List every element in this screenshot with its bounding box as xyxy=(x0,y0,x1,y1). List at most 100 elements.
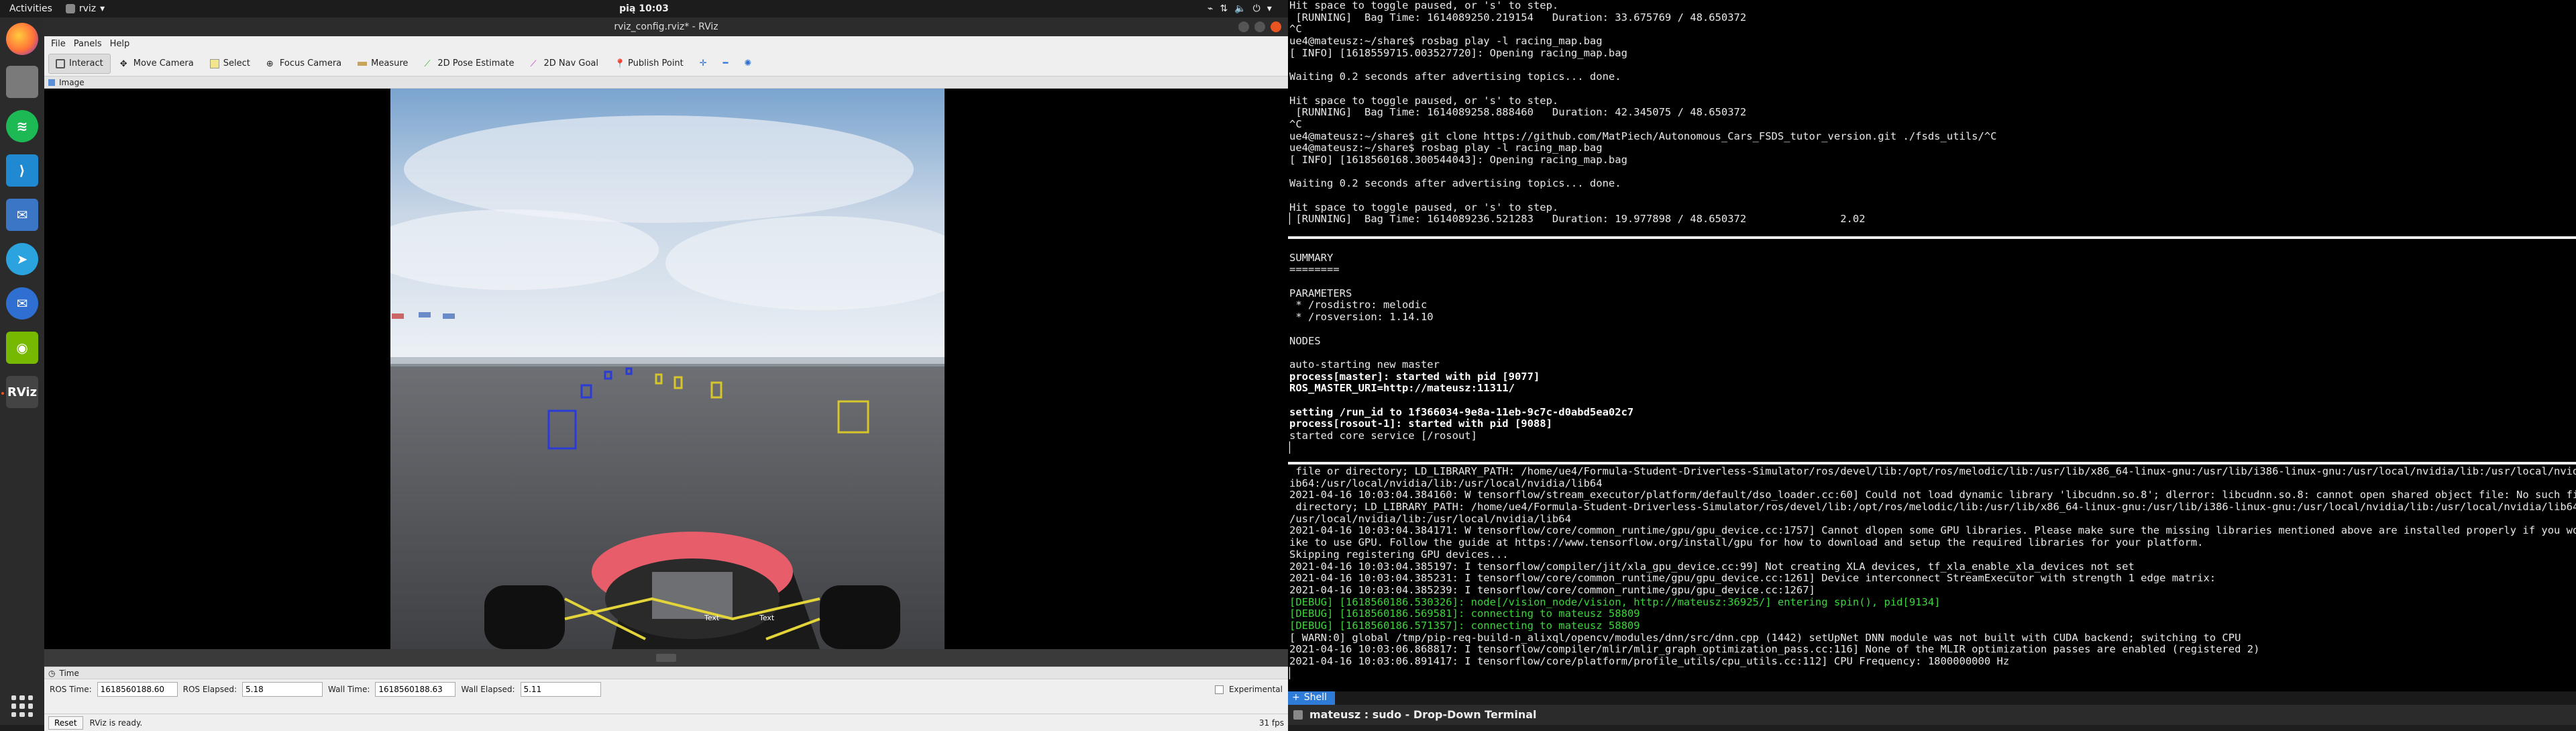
terminal-icon xyxy=(1293,710,1303,720)
drop-down-terminal[interactable]: Hit space to toggle paused, or 's' to st… xyxy=(1288,0,2576,725)
vscode-icon[interactable]: ⟩ xyxy=(6,154,38,187)
maximize-icon[interactable] xyxy=(1254,21,1265,32)
terminal-line: [ INFO] [1618559715.003527720]: Opening … xyxy=(1289,46,1627,59)
status-text: RViz is ready. xyxy=(89,718,143,728)
tab-label: Shell xyxy=(1303,692,1327,703)
tool-2d-pose-estimate[interactable]: ⟋ 2D Pose Estimate xyxy=(417,54,521,74)
terminal-line: Hit space to toggle paused, or 's' to st… xyxy=(1289,201,1559,213)
status-bar: Reset RViz is ready. 31 fps xyxy=(44,714,1288,731)
terminal-line: [RUNNING] Bag Time: 1614089258.888460 Du… xyxy=(1289,106,1747,119)
terminal-line: /usr/local/nvidia/lib:/usr/local/nvidia/… xyxy=(1289,512,1571,525)
tool-interact[interactable]: Interact xyxy=(48,53,111,74)
mail-icon[interactable]: ✉ xyxy=(6,199,38,231)
menu-file[interactable]: File xyxy=(51,39,66,49)
terminal-line: [DEBUG] [1618560186.530326]: node[/visio… xyxy=(1289,595,1941,608)
nav-goal-arrow-icon: ⟋ xyxy=(530,58,537,69)
move-camera-icon: ✥ xyxy=(119,58,127,69)
terminal-line: [DEBUG] [1618560186.571357]: connecting … xyxy=(1289,619,1640,632)
clock-icon: ◷ xyxy=(48,668,56,678)
telegram-icon[interactable]: ➤ xyxy=(6,243,38,275)
network-icon[interactable]: ⇅ xyxy=(1220,3,1228,14)
fps-readout: 31 fps xyxy=(1258,718,1284,728)
tool-measure[interactable]: Measure xyxy=(351,54,415,74)
tool-properties-button[interactable]: ✺ xyxy=(738,54,759,74)
ros-time-field[interactable] xyxy=(97,682,178,697)
terminal-line: 2021-04-16 10:03:04.385197: I tensorflow… xyxy=(1289,560,2135,573)
terminal-line: 2021-04-16 10:03:04.384171: W tensorflow… xyxy=(1289,524,2576,537)
menu-bar: File Panels Help xyxy=(44,36,1288,51)
remove-tool-button[interactable]: ━ xyxy=(716,54,735,74)
experimental-label: Experimental xyxy=(1228,685,1283,694)
terminal-line: * /rosversion: 1.14.10 xyxy=(1289,311,1434,324)
terminal-line: Skipping registering GPU devices... xyxy=(1289,548,1509,561)
close-icon[interactable] xyxy=(1271,21,1281,32)
terminal-pane-1[interactable]: Hit space to toggle paused, or 's' to st… xyxy=(1288,0,2576,235)
image-panel-header[interactable]: Image xyxy=(44,77,1288,89)
terminal-line: ue4@mateusz:~/share$ rosbag play -l raci… xyxy=(1289,142,1603,154)
rviz-dock-icon[interactable]: RViz xyxy=(6,376,38,408)
terminal-line: ^C xyxy=(1289,117,1302,130)
nvidia-tray-icon[interactable]: ⌁ xyxy=(1208,3,1213,14)
tool-move-camera[interactable]: ✥ Move Camera xyxy=(113,54,201,74)
wall-time-field[interactable] xyxy=(375,682,456,697)
system-tray[interactable]: ⌁ ⇅ 🔈 ⏻ ▾ xyxy=(1208,3,1272,14)
minimize-icon[interactable] xyxy=(1238,21,1249,32)
terminal-pane-3[interactable]: file or directory; LD_LIBRARY_PATH: /hom… xyxy=(1288,466,2576,690)
wall-elapsed-field[interactable] xyxy=(520,682,601,697)
thunderbird-icon[interactable]: ✉ xyxy=(6,287,38,320)
terminal-line: 2021-04-16 10:03:06.868817: I tensorflow… xyxy=(1289,643,2260,656)
pane-divider[interactable] xyxy=(1288,236,2576,239)
terminal-line: setting /run_id to 1f366034-9e8a-11eb-9c… xyxy=(1289,405,1634,418)
terminal-line: [RUNNING] Bag Time: 1614089250.219154 Du… xyxy=(1289,11,1747,23)
tool-label: 2D Pose Estimate xyxy=(437,58,515,68)
select-icon xyxy=(209,58,219,68)
firefox-icon[interactable] xyxy=(6,23,38,55)
chevron-down-icon[interactable]: ▾ xyxy=(1267,3,1272,14)
terminal-line: ROS_MASTER_URI=http://mateusz:11311/ xyxy=(1289,382,1515,395)
spotify-icon[interactable]: ≋ xyxy=(6,110,38,142)
horizontal-scrollbar[interactable] xyxy=(44,649,1288,667)
time-panel-header[interactable]: ◷ Time xyxy=(44,667,1288,679)
experimental-checkbox[interactable] xyxy=(1214,685,1224,694)
image-viewport[interactable]: Text Text xyxy=(44,89,1288,649)
tool-2d-nav-goal[interactable]: ⟋ 2D Nav Goal xyxy=(523,54,605,74)
tab-shell[interactable]: + Shell xyxy=(1288,691,1335,705)
terminal-line: ======== xyxy=(1289,263,1340,276)
time-panel-title: Time xyxy=(59,668,79,678)
terminal-pane-2[interactable]: SUMMARY ======== PARAMETERS * /rosdistro: … xyxy=(1288,240,2576,460)
window-titlebar[interactable]: rviz_config.rviz* - RViz xyxy=(44,17,1288,36)
tool-focus-camera[interactable]: ⊕ Focus Camera xyxy=(260,54,348,74)
plus-icon[interactable]: + xyxy=(1292,692,1300,704)
tool-publish-point[interactable]: 📍 Publish Point xyxy=(608,54,690,74)
terminal-line: ue4@mateusz:~/share$ rosbag play -l raci… xyxy=(1289,35,1603,48)
scroll-handle[interactable] xyxy=(656,654,676,662)
pane-divider[interactable] xyxy=(1288,462,2576,465)
terminal-line: [DEBUG] [1618560186.569581]: connecting … xyxy=(1289,607,1640,620)
menu-help[interactable]: Help xyxy=(110,39,130,49)
tool-select[interactable]: Select xyxy=(203,54,257,74)
files-icon[interactable] xyxy=(6,66,38,98)
terminal-line: PARAMETERS xyxy=(1289,287,1352,299)
wall-elapsed-label: Wall Elapsed: xyxy=(461,685,515,694)
reset-button[interactable]: Reset xyxy=(48,716,83,730)
tool-label: Select xyxy=(223,58,250,68)
power-icon[interactable]: ⏻ xyxy=(1253,3,1260,14)
nvidia-icon[interactable]: ◉ xyxy=(6,332,38,364)
overlay-text: Text xyxy=(759,614,775,622)
terminal-line: SUMMARY xyxy=(1289,251,1334,264)
show-applications-icon[interactable] xyxy=(11,695,33,717)
terminal-line: Waiting 0.2 seconds after advertising to… xyxy=(1289,177,1621,190)
terminal-line: started core service [/rosout] xyxy=(1289,430,1477,442)
ros-elapsed-field[interactable] xyxy=(242,682,323,697)
terminal-line: ue4@mateusz:~/share$ git clone https://g… xyxy=(1289,130,1997,142)
add-tool-button[interactable]: ✛ xyxy=(693,54,714,74)
plus-icon: ✛ xyxy=(699,58,707,68)
menu-panels[interactable]: Panels xyxy=(74,39,102,49)
volume-icon[interactable]: 🔈 xyxy=(1234,3,1246,14)
clock[interactable]: pią 10:03 xyxy=(0,3,1288,14)
